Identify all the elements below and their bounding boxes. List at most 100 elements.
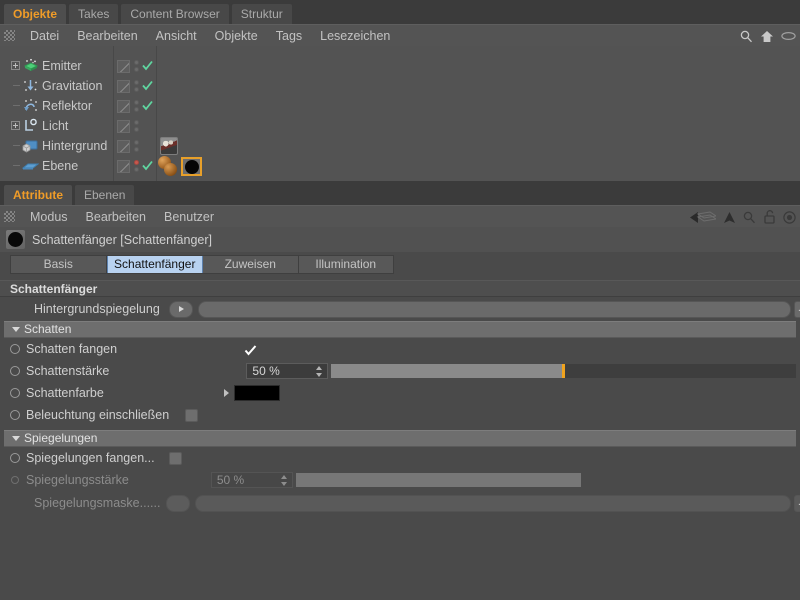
object-row-gravitation[interactable]: Gravitation: [0, 66, 800, 86]
attribute-object-header: Schattenfänger [Schattenfänger]: [0, 227, 800, 252]
reflection-strength-slider: [296, 473, 581, 487]
label-shadow-strength: Schattenstärke: [26, 364, 109, 378]
object-thumbnail: [6, 230, 25, 249]
tab-takes[interactable]: Takes: [68, 3, 119, 24]
label-catch-reflections: Spiegelungen fangen...: [26, 451, 155, 465]
object-row-hintergrund[interactable]: Hintergrund: [0, 126, 800, 146]
group-schatten[interactable]: Schatten: [4, 321, 796, 338]
keyframe-dot-icon[interactable]: [10, 453, 20, 463]
background-reflection-picker-button[interactable]: [169, 301, 193, 318]
menu-datei[interactable]: Datei: [21, 25, 68, 47]
tab-attribute[interactable]: Attribute: [3, 184, 73, 205]
tab-schattenfaenger[interactable]: Schattenfänger: [107, 256, 204, 273]
material-tag[interactable]: [164, 163, 177, 176]
background-reflection-more-button[interactable]: ...: [794, 301, 800, 318]
tab-objekte[interactable]: Objekte: [3, 3, 67, 24]
include-illumination-checkbox[interactable]: [185, 409, 198, 422]
property-tabstrip: Basis Schattenfänger Zuweisen Illuminati…: [10, 255, 394, 274]
search-icon[interactable]: [743, 211, 756, 224]
menu-objekte[interactable]: Objekte: [206, 25, 267, 47]
visibility-editor-dot[interactable]: [134, 80, 139, 85]
tab-basis[interactable]: Basis: [11, 256, 107, 273]
expand-color-arrow-icon[interactable]: [224, 389, 229, 397]
drag-grip-icon[interactable]: [4, 30, 15, 41]
leader-dots: [174, 414, 180, 426]
drag-grip-icon[interactable]: [4, 211, 15, 222]
menu-modus[interactable]: Modus: [21, 206, 77, 228]
label-background-reflection: Hintergrundspiegelung: [34, 302, 160, 316]
tab-ebenen[interactable]: Ebenen: [74, 184, 135, 205]
slider-fill: [296, 473, 581, 487]
shadow-strength-input[interactable]: 50 %: [246, 363, 328, 379]
row-catch-shadow: Schatten fangen: [0, 338, 800, 360]
row-include-illumination: Beleuchtung einschließen: [0, 404, 800, 426]
target-icon[interactable]: [783, 211, 796, 224]
object-row-licht[interactable]: Licht: [0, 106, 800, 126]
object-row-reflektor[interactable]: Reflektor: [0, 86, 800, 106]
shadow-catcher-thumb: [185, 160, 199, 174]
menu-tags[interactable]: Tags: [267, 25, 311, 47]
play-arrow-icon: [179, 306, 184, 312]
group-label: Spiegelungen: [24, 430, 97, 447]
background-reflection-field[interactable]: [198, 301, 791, 318]
object-manager-menubar: Datei Bearbeiten Ansicht Objekte Tags Le…: [0, 24, 800, 46]
up-arrow-icon[interactable]: [723, 211, 736, 224]
catch-shadow-checkbox[interactable]: [243, 343, 256, 356]
shadow-catcher-tag[interactable]: [181, 157, 202, 176]
keyframe-dot-icon: [11, 476, 19, 484]
tab-zuweisen[interactable]: Zuweisen: [203, 256, 299, 273]
label-catch-shadow: Schatten fangen: [26, 342, 117, 356]
stepper-icon: [281, 475, 288, 486]
keyframe-dot-icon[interactable]: [10, 410, 20, 420]
keyframe-dot-icon[interactable]: [10, 344, 20, 354]
tab-struktur[interactable]: Struktur: [231, 3, 293, 24]
attribute-manager-tabstrip: Attribute Ebenen: [0, 181, 800, 205]
label-reflection-strength: Spiegelungsstärke: [26, 473, 129, 487]
menu-bearbeiten[interactable]: Bearbeiten: [68, 25, 146, 47]
enable-check-icon[interactable]: [142, 160, 153, 171]
attribute-manager-menubar: Modus Bearbeiten Benutzer: [0, 205, 800, 227]
section-title: Schattenfänger: [0, 280, 800, 297]
visibility-editor-dot[interactable]: [134, 60, 139, 65]
home-icon[interactable]: [760, 30, 774, 43]
tab-illumination[interactable]: Illumination: [299, 256, 394, 273]
label-include-illumination: Beleuchtung einschließen: [26, 408, 169, 422]
keyframe-dot-icon[interactable]: [10, 366, 20, 376]
group-spiegelungen[interactable]: Spiegelungen: [4, 430, 796, 447]
label-shadow-color: Schattenfarbe: [26, 386, 104, 400]
back-pages-icon[interactable]: [690, 211, 716, 224]
eye-icon[interactable]: [781, 31, 796, 41]
plane-icon[interactable]: [22, 158, 39, 174]
keyframe-dot-icon[interactable]: [10, 388, 20, 398]
shadow-color-swatch[interactable]: [234, 385, 280, 401]
leader-dots: [134, 479, 206, 491]
panel-filler: [0, 515, 800, 573]
search-icon[interactable]: [740, 30, 753, 43]
reflection-strength-value: 50 %: [217, 473, 244, 487]
unlock-icon[interactable]: [763, 210, 776, 224]
attribute-manager-icon-group: [690, 206, 796, 228]
slider-fill: [331, 364, 563, 378]
menu-lesezeichen[interactable]: Lesezeichen: [311, 25, 399, 47]
visibility-editor-dot[interactable]: [134, 140, 139, 145]
menu-bearbeiten[interactable]: Bearbeiten: [77, 206, 155, 228]
visibility-editor-dot[interactable]: [134, 120, 139, 125]
leader-dots: [160, 457, 164, 469]
catch-reflections-checkbox[interactable]: [169, 452, 182, 465]
visibility-editor-dot[interactable]: [134, 100, 139, 105]
tab-content-browser[interactable]: Content Browser: [120, 3, 229, 24]
shadow-strength-slider[interactable]: [331, 364, 796, 378]
row-shadow-strength: Schattenstärke 50 %: [0, 360, 800, 382]
slider-knob[interactable]: [562, 364, 565, 378]
stepper-icon[interactable]: [316, 366, 323, 377]
menu-ansicht[interactable]: Ansicht: [147, 25, 206, 47]
visibility-render-dot[interactable]: [134, 167, 139, 172]
layer-color-swatch[interactable]: [117, 160, 130, 173]
visibility-editor-dot[interactable]: [134, 160, 139, 165]
reflection-mask-more-button: ...: [794, 495, 800, 512]
object-tree[interactable]: Emitter: [0, 46, 800, 181]
object-row-ebene[interactable]: Ebene: [0, 146, 800, 166]
menu-benutzer[interactable]: Benutzer: [155, 206, 223, 228]
leader-dots: [109, 392, 219, 404]
object-row-emitter[interactable]: Emitter: [0, 46, 800, 66]
